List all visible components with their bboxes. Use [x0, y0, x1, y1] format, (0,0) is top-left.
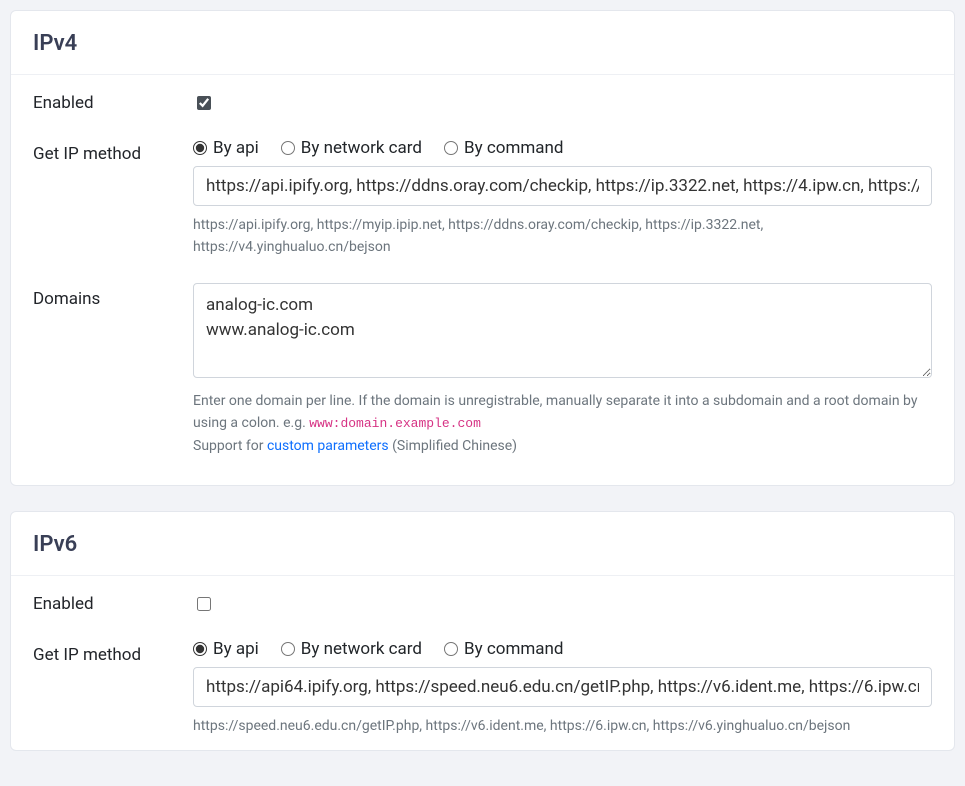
ipv6-method-netcard[interactable]: By network card [281, 639, 422, 659]
custom-parameters-link[interactable]: custom parameters [267, 438, 389, 454]
ipv6-method-row: Get IP method By api By network card By … [11, 627, 954, 749]
ipv4-method-netcard-radio[interactable] [281, 141, 295, 155]
ipv4-api-help: https://api.ipify.org, https://myip.ipip… [193, 214, 932, 259]
ipv6-card: IPv6 Enabled Get IP method By api By net… [10, 511, 955, 750]
ipv4-method-label: Get IP method [33, 138, 193, 164]
ipv4-method-netcard[interactable]: By network card [281, 138, 422, 158]
ipv4-api-input[interactable] [193, 166, 932, 206]
ipv6-method-cmd[interactable]: By command [444, 639, 564, 659]
ipv6-method-cmd-radio[interactable] [444, 642, 458, 656]
ipv6-header: IPv6 [11, 512, 954, 576]
ipv6-method-netcard-label: By network card [301, 639, 422, 659]
ipv4-enabled-label: Enabled [33, 87, 193, 113]
ipv4-method-cmd-radio[interactable] [444, 141, 458, 155]
ipv4-domains-label: Domains [33, 283, 193, 309]
ipv6-method-api[interactable]: By api [193, 639, 259, 659]
ipv4-domains-help-text-2b: (Simplified Chinese) [389, 438, 517, 454]
ipv6-method-api-radio[interactable] [193, 642, 207, 656]
ipv4-enabled-checkbox[interactable] [197, 96, 211, 110]
ipv4-method-cmd-label: By command [464, 138, 564, 158]
ipv6-enabled-checkbox[interactable] [197, 597, 211, 611]
ipv4-method-cmd[interactable]: By command [444, 138, 564, 158]
ipv4-domains-textarea[interactable]: analog-ic.com www.analog-ic.com [193, 283, 932, 378]
ipv4-domains-help-text-2a: Support for [193, 438, 267, 454]
ipv6-enabled-label: Enabled [33, 588, 193, 614]
ipv4-domains-row: Domains analog-ic.com www.analog-ic.com … [11, 271, 954, 486]
ipv6-method-radios: By api By network card By command [193, 639, 932, 659]
ipv4-domains-help: Enter one domain per line. If the domain… [193, 390, 932, 458]
ipv4-method-netcard-label: By network card [301, 138, 422, 158]
ipv4-method-api[interactable]: By api [193, 138, 259, 158]
ipv4-method-api-label: By api [213, 138, 259, 158]
ipv6-api-help: https://speed.neu6.edu.cn/getIP.php, htt… [193, 715, 932, 737]
ipv6-enabled-row: Enabled [11, 576, 954, 627]
ipv4-card: IPv4 Enabled Get IP method By api By net… [10, 10, 955, 486]
ipv6-method-cmd-label: By command [464, 639, 564, 659]
ipv4-title: IPv4 [33, 31, 932, 56]
ipv6-method-api-label: By api [213, 639, 259, 659]
ipv4-domains-help-code: www:domain.example.com [309, 416, 481, 431]
ipv4-header: IPv4 [11, 11, 954, 75]
ipv4-method-row: Get IP method By api By network card By … [11, 126, 954, 271]
ipv4-enabled-row: Enabled [11, 75, 954, 126]
ipv6-api-input[interactable] [193, 667, 932, 707]
ipv4-domains-help-text-1: Enter one domain per line. If the domain… [193, 393, 917, 431]
ipv4-method-radios: By api By network card By command [193, 138, 932, 158]
ipv6-title: IPv6 [33, 532, 932, 557]
ipv6-method-label: Get IP method [33, 639, 193, 665]
ipv6-method-netcard-radio[interactable] [281, 642, 295, 656]
ipv4-method-api-radio[interactable] [193, 141, 207, 155]
